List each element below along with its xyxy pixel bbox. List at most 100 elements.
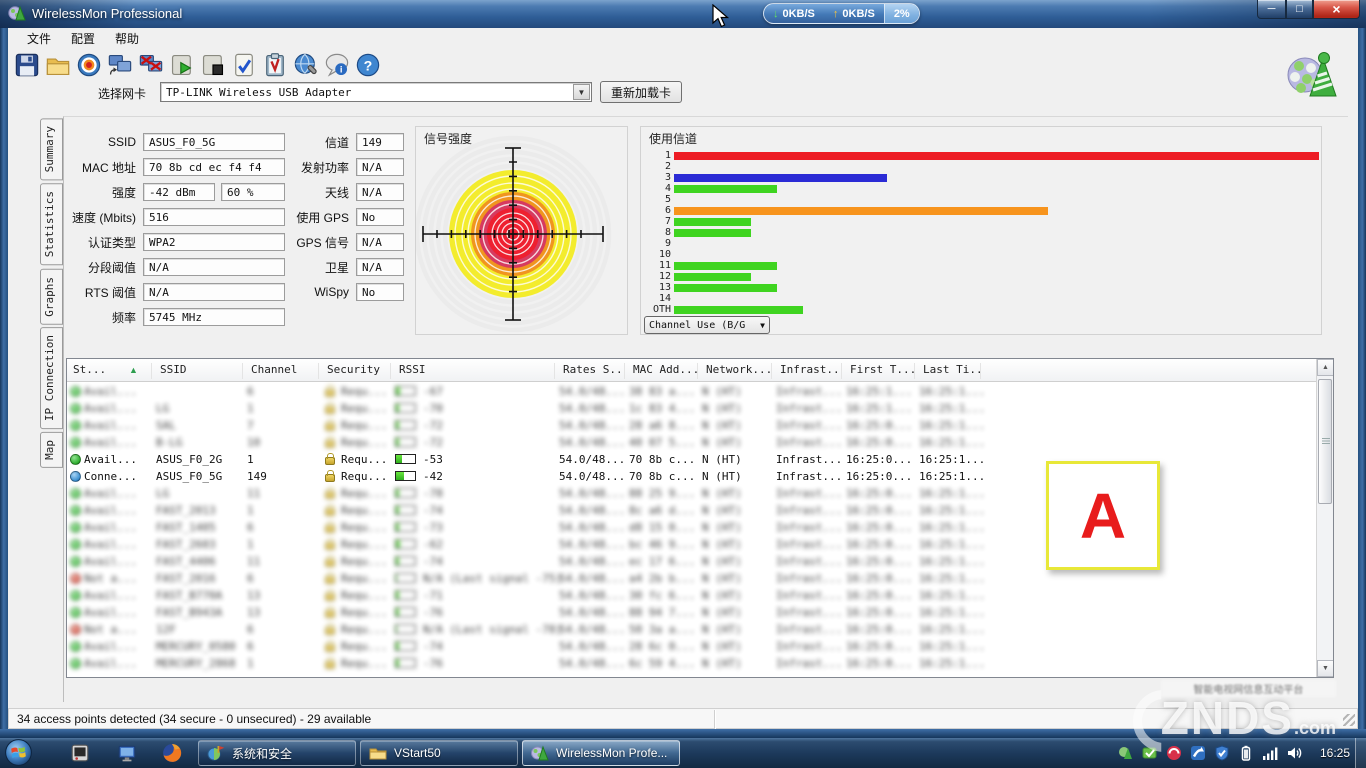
antivirus-tray-icon[interactable] <box>1166 745 1182 761</box>
channel-bar <box>674 229 751 237</box>
vertical-scrollbar[interactable]: ▲ ▼ <box>1316 359 1333 677</box>
help-icon[interactable]: ? <box>355 52 381 78</box>
table-row[interactable]: Avail...MERCURY_28681Requ...-7654.0/48..… <box>67 655 1317 672</box>
column-header-10[interactable]: First T... <box>850 363 915 379</box>
input-method-tray-icon[interactable] <box>1190 745 1206 761</box>
table-row[interactable]: Avail...FAST_B770A13Requ...-7154.0/48...… <box>67 587 1317 604</box>
scroll-down-button[interactable]: ▼ <box>1317 660 1334 677</box>
signal-bars-tray-icon[interactable] <box>1262 745 1278 761</box>
column-header-1[interactable]: St... <box>73 363 152 379</box>
wirelessmon-tray-icon[interactable] <box>1118 745 1134 761</box>
maximize-button[interactable]: □ <box>1286 0 1313 19</box>
taskbar-button-3[interactable]: WirelessMon Profe... <box>522 740 680 766</box>
column-header-2[interactable]: SSID <box>160 363 243 379</box>
save-icon[interactable] <box>14 52 40 78</box>
rssi-bar <box>395 556 416 566</box>
chevron-down-icon[interactable]: ▼ <box>573 84 590 100</box>
stop-log-icon[interactable] <box>200 52 226 78</box>
network-speed-meter: ↓0KB/S ↑0KB/S 2% <box>763 3 920 24</box>
taskbar-clock[interactable]: 16:25 <box>1320 738 1350 768</box>
tab-ip-connection[interactable]: IP Connection <box>40 327 63 429</box>
cell-mac: 8c a6 d... <box>629 504 699 517</box>
app-logo-icon <box>8 5 26 23</box>
taskbar-button-label: VStart50 <box>394 746 441 760</box>
field-label: 速度 (Mbits) <box>55 209 143 226</box>
column-header-8[interactable]: Network... <box>706 363 772 379</box>
cell-infrastructure: Infrast... <box>776 555 842 568</box>
menu-item-3[interactable]: 帮助 <box>106 28 148 49</box>
column-header-6[interactable]: Rates S... <box>563 363 625 379</box>
cell-security: Requ... <box>341 453 389 466</box>
channel-view-select[interactable]: Channel Use (B/G ▼ <box>644 316 770 334</box>
title-bar[interactable]: WirelessMon Professional ↓0KB/S ↑0KB/S 2… <box>0 0 1366 28</box>
table-row[interactable]: Not a...12F6Requ...N/A (Last signal -78)… <box>67 621 1317 638</box>
rssi-bar <box>395 539 416 549</box>
clipboard-icon[interactable] <box>262 52 288 78</box>
column-header-11[interactable]: Last Ti... <box>923 363 981 379</box>
target-icon[interactable] <box>76 52 102 78</box>
table-row[interactable]: Avail...FAST_B943A13Requ...-7654.0/48...… <box>67 604 1317 621</box>
show-desktop-button[interactable] <box>1355 738 1366 768</box>
open-icon[interactable] <box>45 52 71 78</box>
lock-icon <box>325 559 335 567</box>
report-check-icon[interactable] <box>231 52 257 78</box>
channel-bar-track <box>674 306 1319 314</box>
start-log-icon[interactable] <box>169 52 195 78</box>
taskbar-button-1[interactable]: 系统和安全 <box>198 740 356 766</box>
reload-adapter-button[interactable]: 重新加载卡 <box>600 81 682 103</box>
start-button[interactable] <box>5 739 32 766</box>
cell-last-time: 16:25:1... <box>919 606 989 619</box>
taskbar-button-2[interactable]: VStart50 <box>360 740 518 766</box>
cell-infrastructure: Infrast... <box>776 419 842 432</box>
channel-row-4: 4 <box>645 183 1319 194</box>
cell-last-time: 16:25:1... <box>919 521 989 534</box>
pinned-firefox-icon[interactable] <box>162 743 182 763</box>
table-row[interactable]: Avail...SAL7Requ...-7254.0/48...28 a6 8.… <box>67 417 1317 434</box>
update-check-tray-icon[interactable] <box>1142 745 1158 761</box>
scroll-thumb[interactable] <box>1318 379 1332 504</box>
info-bubble-icon[interactable]: i <box>324 52 350 78</box>
disconnect-adapter-icon[interactable] <box>138 52 164 78</box>
globe-tools-icon[interactable] <box>293 52 319 78</box>
volume-tray-icon[interactable] <box>1286 745 1302 761</box>
scroll-up-button[interactable]: ▲ <box>1317 359 1334 376</box>
column-header-4[interactable]: Security <box>327 363 391 379</box>
table-row[interactable]: Not a...FAST_20166Requ...N/A (Last signa… <box>67 570 1317 587</box>
cell-last-time: 16:25:1... <box>919 657 989 670</box>
menu-item-2[interactable]: 配置 <box>62 28 104 49</box>
pinned-media-player-icon[interactable] <box>70 743 90 763</box>
control-panel-icon <box>207 745 225 761</box>
column-header-3[interactable]: Channel <box>251 363 319 379</box>
column-header-9[interactable]: Infrast... <box>780 363 842 379</box>
cell-last-time: 16:25:1... <box>919 572 989 585</box>
table-row[interactable]: Avail...LG1Requ...-7054.0/48...1c 83 4..… <box>67 400 1317 417</box>
cell-status: Avail... <box>84 606 150 619</box>
tab-map[interactable]: Map <box>40 432 63 468</box>
cell-channel: 10 <box>247 436 317 449</box>
cell-first-time: 16:25:0... <box>846 521 916 534</box>
table-row[interactable]: Avail...B-LG10Requ...-7254.0/48...40 07 … <box>67 434 1317 451</box>
cell-status: Avail... <box>84 589 150 602</box>
cell-ssid: ASUS_F0_2G <box>156 453 242 466</box>
connect-adapter-icon[interactable] <box>107 52 133 78</box>
close-button[interactable]: × <box>1313 0 1360 19</box>
pinned-computer-icon[interactable] <box>117 743 137 763</box>
table-row[interactable]: Avail...MERCURY_05806Requ...-7454.0/48..… <box>67 638 1317 655</box>
table-header[interactable]: St... SSID Channel Security RSSI Rates S... MA… <box>67 359 1317 382</box>
battery-tray-icon[interactable] <box>1238 745 1254 761</box>
rssi-bar <box>395 454 416 464</box>
adapter-select[interactable]: TP-LINK Wireless USB Adapter ▼ <box>160 82 592 102</box>
column-header-7[interactable]: MAC Add... <box>633 363 698 379</box>
resize-grip[interactable] <box>1343 714 1355 726</box>
shield-tray-icon[interactable] <box>1214 745 1230 761</box>
channel-row-10: 10 <box>645 249 1319 260</box>
menu-item-1[interactable]: 文件 <box>18 28 60 49</box>
column-header-5[interactable]: RSSI <box>399 363 555 379</box>
minimize-button[interactable]: ─ <box>1257 0 1286 19</box>
cell-rates: 54.0/48... <box>559 657 625 670</box>
table-row[interactable]: Avail...6Requ...-6754.0/48...38 83 a...N… <box>67 383 1317 400</box>
lock-icon <box>325 474 335 482</box>
channel-row-3: 3 <box>645 172 1319 183</box>
cell-rates: 54.0/48... <box>559 436 625 449</box>
channel-label: 7 <box>645 216 671 227</box>
